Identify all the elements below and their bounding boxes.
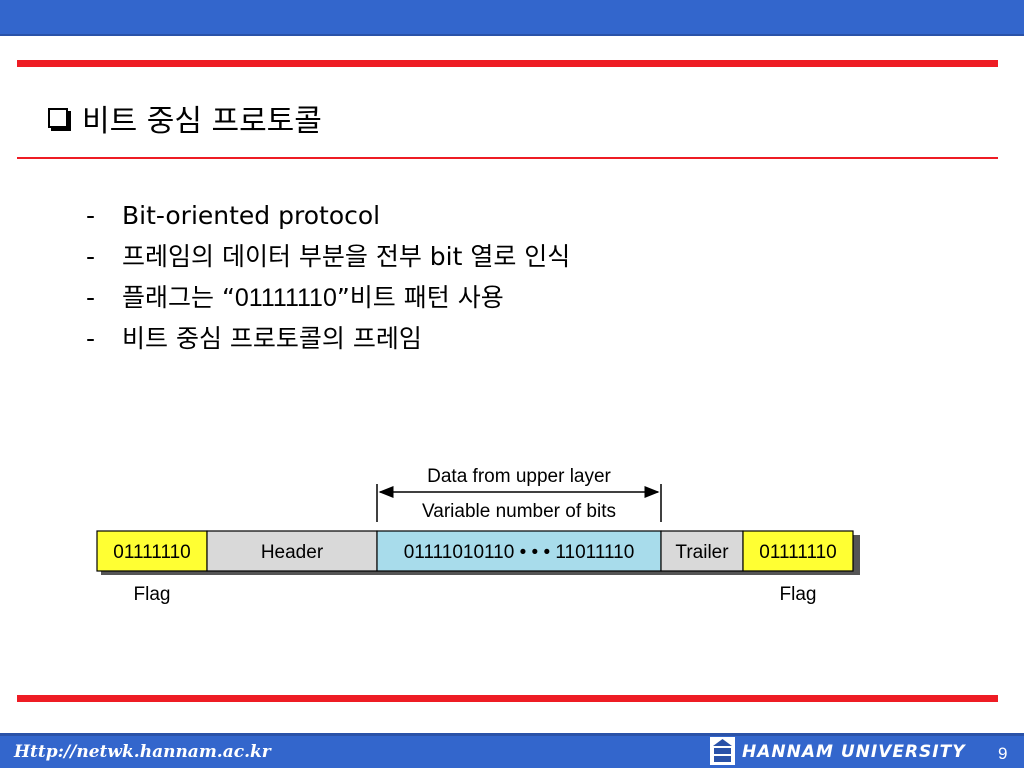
flag-label-right: Flag	[780, 584, 817, 605]
bullet-dash: -	[86, 324, 96, 353]
bullet-text-post: ”비트 패턴 사용	[336, 283, 504, 312]
bullet-text: 플래그는 “01111110”비트 패턴 사용	[122, 281, 504, 322]
page-number: 9	[998, 744, 1008, 763]
top-red-rule	[17, 60, 998, 67]
checkbox-bullet-icon	[48, 108, 68, 128]
upper-layer-label: Data from upper layer	[427, 466, 611, 487]
bullet-text: 비트 중심 프로토콜의 프레임	[122, 324, 422, 353]
bullet-dash: -	[86, 283, 96, 312]
flag-start-text: 01111110	[113, 542, 190, 563]
bullet-text: 프레임의 데이터 부분을 전부 bit 열로 인식	[122, 242, 571, 271]
bullet-text: Bit-oriented protocol	[122, 201, 381, 230]
data-text: 01111010110 • • • 11011110	[404, 542, 635, 563]
header-text: Header	[261, 542, 324, 563]
bullet-flag-pattern: 01111110	[234, 284, 337, 312]
footer-university: HANNAM UNIVERSITY	[742, 742, 966, 762]
hannam-logo-icon	[710, 737, 735, 765]
flag-label-left: Flag	[134, 584, 171, 605]
frame-diagram: Data from upper layer Variable number of…	[96, 466, 860, 605]
bullet-item: - 프레임의 데이터 부분을 전부 bit 열로 인식	[86, 240, 570, 281]
bullet-item: - 비트 중심 프로토콜의 프레임	[86, 322, 570, 363]
top-header-band	[0, 0, 1024, 36]
bullet-dash: -	[86, 242, 96, 271]
bullet-list: - Bit-oriented protocol - 프레임의 데이터 부분을 전…	[86, 199, 570, 363]
bullet-item: - Bit-oriented protocol	[86, 199, 570, 240]
trailer-text: Trailer	[675, 542, 729, 563]
flag-end-text: 01111110	[759, 542, 836, 563]
variable-bits-label: Variable number of bits	[422, 501, 616, 522]
title-underline-rule	[17, 157, 998, 159]
footer-top-line	[0, 733, 1024, 736]
bottom-red-rule	[17, 695, 998, 702]
footer-url: Http://netwk.hannam.ac.kr	[14, 742, 271, 762]
bullet-text-pre: 플래그는 “	[122, 283, 235, 312]
bullet-item: - 플래그는 “01111110”비트 패턴 사용	[86, 281, 570, 322]
slide-title-text: 비트 중심 프로토콜	[82, 104, 322, 139]
slide-title: 비트 중심 프로토콜	[48, 96, 322, 140]
bullet-dash: -	[86, 201, 96, 230]
